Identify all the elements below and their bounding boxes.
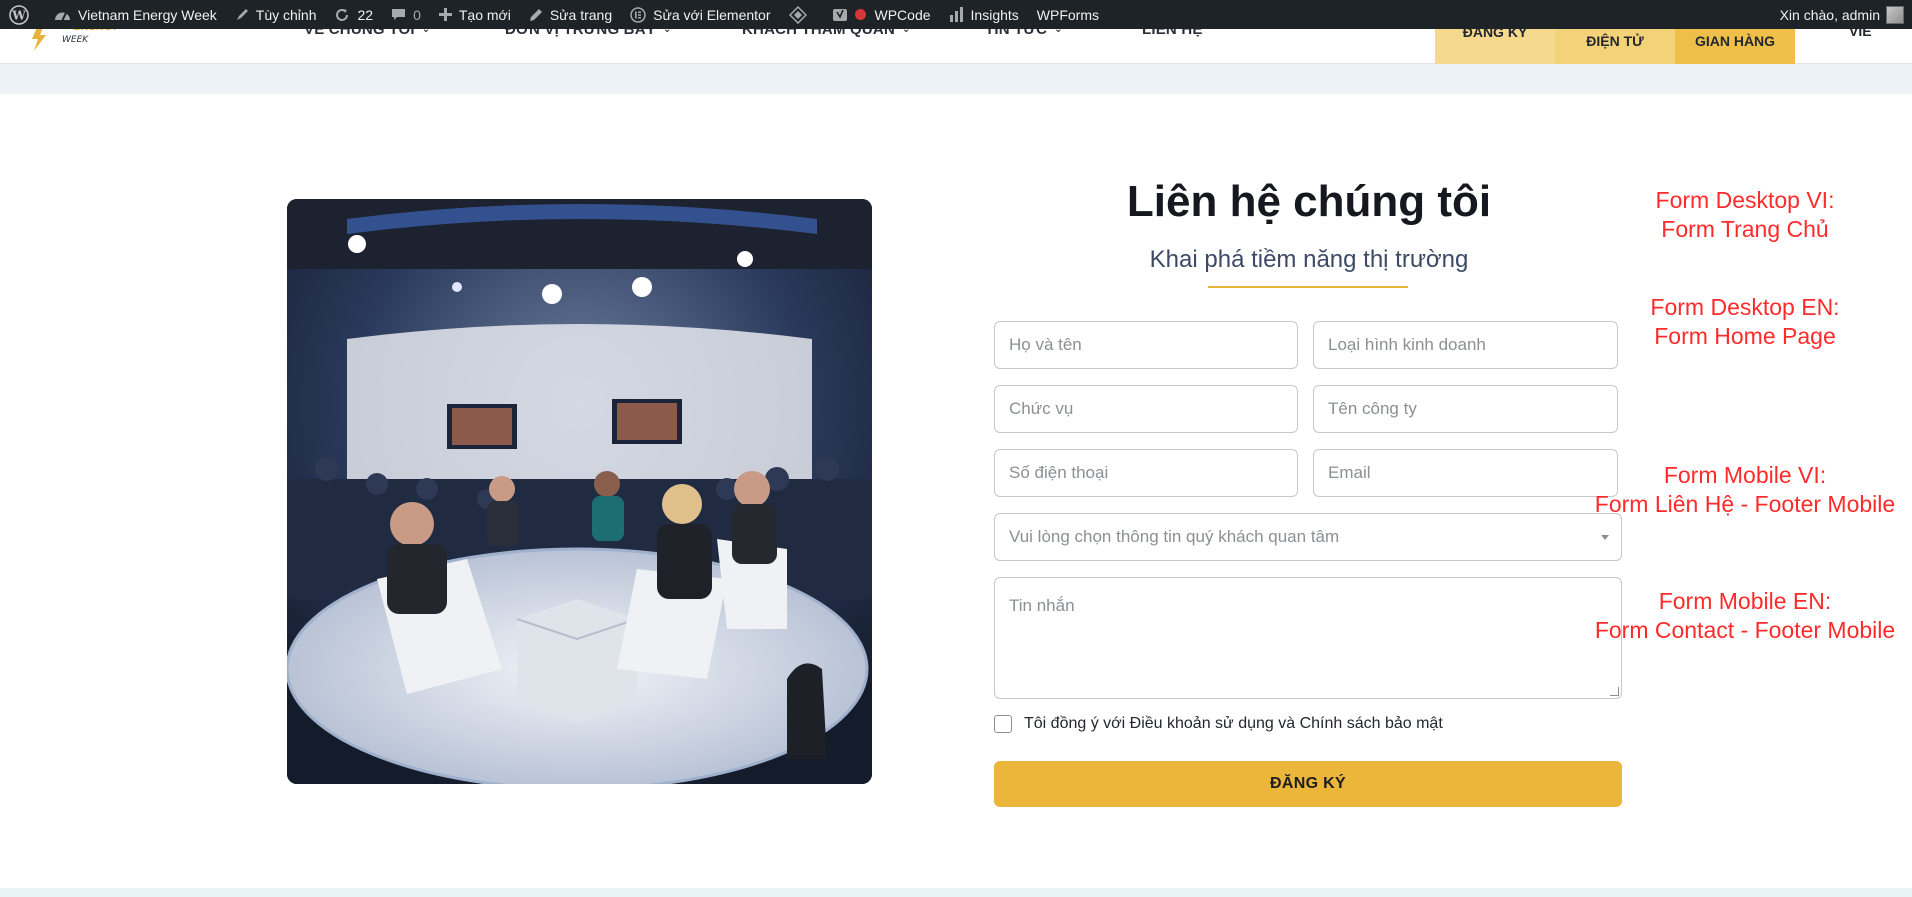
phone-field[interactable]: Số điện thoại [994,449,1298,497]
wpforms-menu[interactable]: WPForms [1028,0,1108,29]
edit-elementor-label: Sửa với Elementor [653,6,771,23]
plus-icon [438,8,452,21]
new-label: Tạo mới [458,6,511,23]
consent-checkbox[interactable] [994,715,1012,733]
panel-discussion-photo [287,199,872,784]
section-divider [0,64,1912,94]
language-switcher[interactable]: VIE [1829,15,1872,45]
yoast-menu[interactable]: WPCode [823,0,940,29]
annotation-desktop-en: Form Desktop EN: Form Home Page [1650,294,1840,349]
diamond-icon [788,5,807,24]
updates-icon [336,8,349,21]
comments-count: 0 [413,6,421,23]
brush-icon [236,8,248,20]
e-register-header-button[interactable]: ĐIỆN TỬ [1555,29,1675,64]
annotation-mobile-en: Form Mobile EN: Form Contact - Footer Mo… [1594,588,1896,643]
wp-admin-bar: W Vietnam Energy Week Tùy chỉnh 22 0 Tạo… [0,0,1912,29]
edit-elementor-link[interactable]: Sửa với Elementor [621,0,779,29]
register-header-button[interactable]: ĐĂNG KÝ [1435,24,1555,64]
my-account-menu[interactable]: Xin chào, admin [1780,0,1912,29]
contact-title: Liên hệ chúng tôi [1126,177,1492,226]
site-header: ENERGY WEEK VỀ CHÚNG TÔI ⌄ ĐƠN VỊ TRƯNG B… [0,15,1912,64]
contact-subtitle: Khai phá tiềm năng thị trường [1149,246,1469,273]
site-name-menu[interactable]: Vietnam Energy Week [45,0,226,29]
pencil-icon [529,8,542,21]
new-content-menu[interactable]: Tạo mới [430,0,520,29]
wordpress-logo-icon[interactable]: W [0,0,45,29]
elementor-icon [630,6,646,23]
bar-chart-icon [949,7,963,22]
wpcode-label: WPCode [874,6,931,23]
site-name-label: Vietnam Energy Week [78,6,217,23]
insights-label: Insights [970,6,1019,23]
resize-handle-icon[interactable] [1610,687,1619,696]
consent-row: Tôi đồng ý với Điều khoản sử dụng và Chí… [994,715,1443,733]
edit-page-link[interactable]: Sửa trang [520,0,621,29]
business-type-field[interactable]: Loại hình kinh doanh [1313,321,1618,369]
footer-edge [0,888,1912,897]
customize-menu[interactable]: Tùy chỉnh [226,0,326,29]
updates-count: 22 [357,6,374,23]
full-name-field[interactable]: Họ và tên [994,321,1298,369]
avatar [1886,5,1904,24]
interest-select[interactable]: Vui lòng chọn thông tin quý khách quan t… [994,513,1622,561]
comment-icon [392,8,406,20]
message-textarea[interactable]: Tin nhắn [994,577,1622,699]
comments-menu[interactable]: 0 [382,0,430,29]
consent-label: Tôi đồng ý với Điều khoản sử dụng và Chí… [1024,715,1443,732]
submit-button[interactable]: ĐĂNG KÝ [994,761,1622,807]
booth-header-button[interactable]: GIAN HÀNG [1675,29,1795,64]
status-dot [854,9,866,20]
customize-label: Tùy chỉnh [255,6,317,23]
wpforms-label: WPForms [1036,6,1099,23]
position-field[interactable]: Chức vụ [994,385,1298,433]
insights-menu[interactable]: Insights [940,0,1028,29]
svg-text:W: W [11,8,26,22]
greeting-label: Xin chào, admin [1779,6,1880,23]
company-field[interactable]: Tên công ty [1313,385,1618,433]
svg-text:WEEK: WEEK [62,35,89,45]
email-field[interactable]: Email [1313,449,1618,497]
annotation-desktop-vi: Form Desktop VI: Form Trang Chủ [1655,187,1835,242]
updates-menu[interactable]: 22 [325,0,382,29]
annotation-mobile-vi: Form Mobile VI: Form Liên Hệ - Footer Mo… [1594,462,1896,517]
site-logo[interactable]: ENERGY WEEK [30,25,120,53]
yoast-icon [832,8,847,21]
title-underline [1208,286,1408,288]
seo-diamond-menu[interactable] [780,0,823,29]
chevron-down-icon [1601,534,1609,540]
edit-page-label: Sửa trang [549,6,613,23]
dashboard-icon [55,12,70,21]
